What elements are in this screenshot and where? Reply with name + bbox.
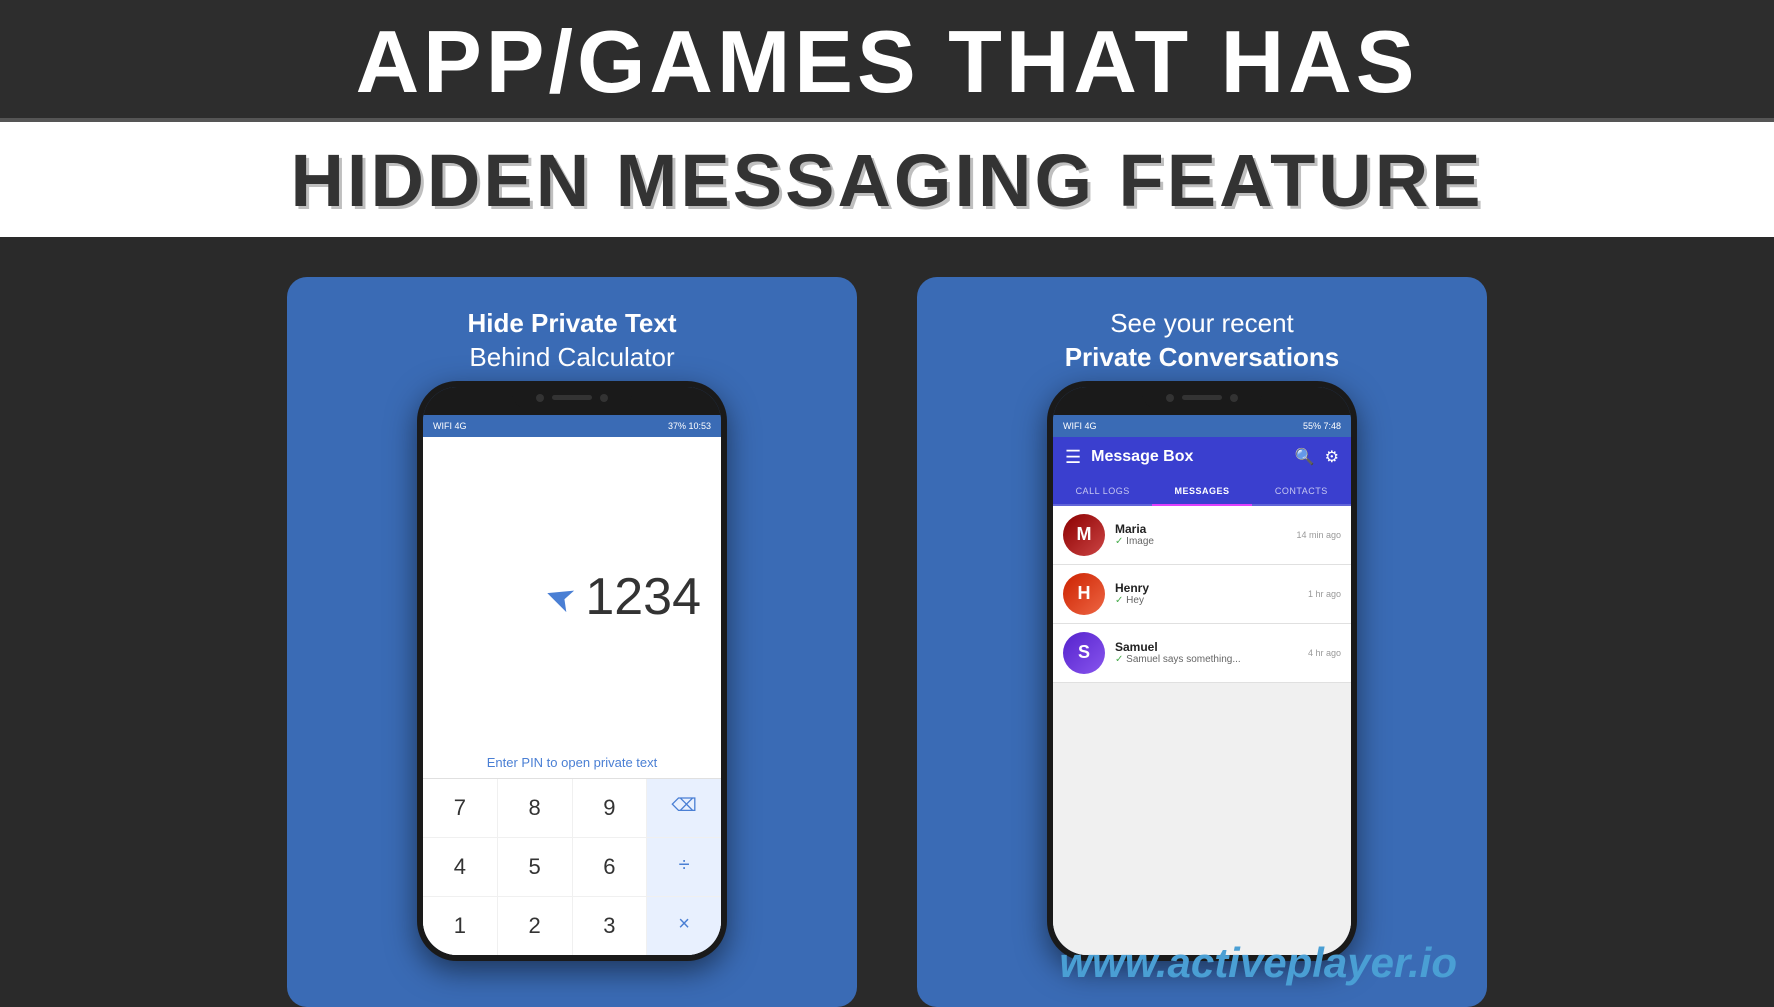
msg-preview-henry: ✓ Hey <box>1115 595 1298 606</box>
top-banner: APP/GAMES THAT HAS <box>0 0 1774 122</box>
left-card-title: Hide Private Text Behind Calculator <box>467 307 676 375</box>
status-bar-left: WIFI 4G 37% 10:53 <box>423 415 721 437</box>
right-notch-dot <box>1166 394 1174 402</box>
calc-btn-2[interactable]: 2 <box>498 897 572 955</box>
activeplayer-watermark: www.activeplayer.io <box>1059 939 1457 987</box>
subtitle-band: HIDDEN MESSAGING FEATURE <box>0 122 1774 237</box>
msg-time-henry: 1 hr ago <box>1308 589 1341 599</box>
msg-info-maria: Maria ✓ Image <box>1115 522 1286 547</box>
msg-item-maria[interactable]: M Maria ✓ Image 14 min ago <box>1053 506 1351 565</box>
tab-messages[interactable]: MESSAGES <box>1152 478 1251 506</box>
calc-btn-8[interactable]: 8 <box>498 779 572 837</box>
calc-btn-multiply[interactable]: × <box>647 897 721 955</box>
avatar-samuel: S <box>1063 632 1105 674</box>
right-card-title: See your recent Private Conversations <box>1065 307 1340 375</box>
notch-dot <box>536 394 544 402</box>
settings-icon[interactable]: ⚙ <box>1325 447 1339 467</box>
search-icon[interactable]: 🔍 <box>1295 447 1315 467</box>
msg-info-samuel: Samuel ✓ Samuel says something... <box>1115 640 1298 665</box>
msg-screen: ☰ Message Box 🔍 ⚙ CALL LOGS MESSAGES CON… <box>1053 437 1351 955</box>
calc-number: ➤ 1234 <box>545 567 701 627</box>
msg-preview-maria: ✓ Image <box>1115 536 1286 547</box>
calc-btn-7[interactable]: 7 <box>423 779 497 837</box>
avatar-maria: M <box>1063 514 1105 556</box>
calc-btn-9[interactable]: 9 <box>573 779 647 837</box>
msg-time-maria: 14 min ago <box>1296 530 1341 540</box>
main-content: Hide Private Text Behind Calculator WIFI… <box>0 237 1774 975</box>
avatar-henry: H <box>1063 573 1105 615</box>
calc-btn-4[interactable]: 4 <box>423 838 497 896</box>
msg-app-title: Message Box <box>1091 448 1285 466</box>
left-phone-mockup: WIFI 4G 37% 10:53 ➤ 1234 Enter PIN to op… <box>417 381 727 961</box>
right-phone-card: See your recent Private Conversations WI… <box>917 277 1487 1007</box>
calc-btn-backspace[interactable]: ⌫ <box>647 779 721 837</box>
msg-name-maria: Maria <box>1115 522 1286 536</box>
right-notch-dot-2 <box>1230 394 1238 402</box>
calc-btn-6[interactable]: 6 <box>573 838 647 896</box>
msg-list: M Maria ✓ Image 14 min ago <box>1053 506 1351 955</box>
calc-hint: Enter PIN to open private text <box>423 747 721 778</box>
notch-area <box>423 387 721 415</box>
right-notch-speaker <box>1182 395 1222 400</box>
notch <box>512 387 632 409</box>
right-phone-mockup: WIFI 4G 55% 7:48 ☰ Message Box 🔍 ⚙ CALL … <box>1047 381 1357 961</box>
left-phone-card: Hide Private Text Behind Calculator WIFI… <box>287 277 857 1007</box>
calc-display: ➤ 1234 <box>423 437 721 747</box>
calc-btn-3[interactable]: 3 <box>573 897 647 955</box>
msg-item-henry[interactable]: H Henry ✓ Hey 1 hr ago <box>1053 565 1351 624</box>
status-bar-right: WIFI 4G 55% 7:48 <box>1053 415 1351 437</box>
calc-buttons: 7 8 9 ⌫ 4 5 6 ÷ 1 2 3 × <box>423 779 721 955</box>
calc-arrow-icon: ➤ <box>539 572 582 622</box>
msg-name-samuel: Samuel <box>1115 640 1298 654</box>
right-notch-area <box>1053 387 1351 415</box>
tab-call-logs[interactable]: CALL LOGS <box>1053 478 1152 504</box>
msg-name-henry: Henry <box>1115 581 1298 595</box>
notch-dot-2 <box>600 394 608 402</box>
calc-btn-1[interactable]: 1 <box>423 897 497 955</box>
calc-btn-divide[interactable]: ÷ <box>647 838 721 896</box>
msg-item-samuel[interactable]: S Samuel ✓ Samuel says something... 4 hr… <box>1053 624 1351 683</box>
main-title: APP/GAMES THAT HAS <box>0 18 1774 106</box>
msg-header: ☰ Message Box 🔍 ⚙ <box>1053 437 1351 478</box>
msg-time-samuel: 4 hr ago <box>1308 648 1341 658</box>
msg-tabs: CALL LOGS MESSAGES CONTACTS <box>1053 478 1351 506</box>
notch-speaker <box>552 395 592 400</box>
msg-info-henry: Henry ✓ Hey <box>1115 581 1298 606</box>
right-notch <box>1142 387 1262 409</box>
subtitle: HIDDEN MESSAGING FEATURE <box>0 138 1774 223</box>
calc-btn-5[interactable]: 5 <box>498 838 572 896</box>
msg-preview-samuel: ✓ Samuel says something... <box>1115 654 1298 665</box>
tab-contacts[interactable]: CONTACTS <box>1252 478 1351 504</box>
hamburger-icon[interactable]: ☰ <box>1065 447 1081 468</box>
